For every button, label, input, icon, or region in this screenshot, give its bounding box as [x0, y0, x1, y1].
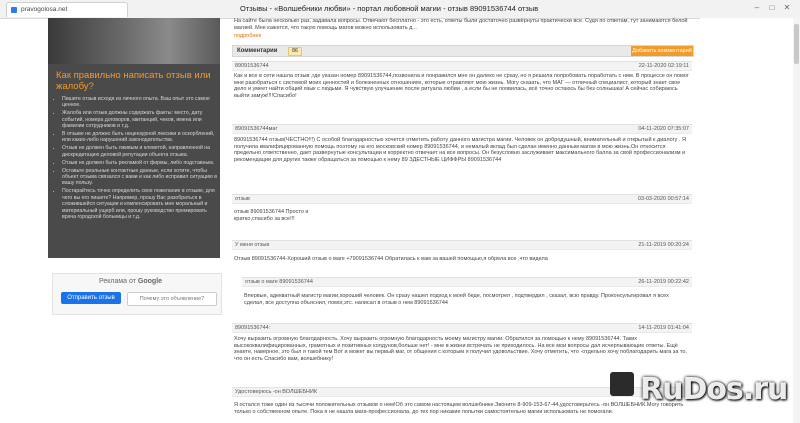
- guide-heading: Как правильно написать отзыв или жалобу?: [56, 70, 211, 92]
- guide-rule: Пишите отзыв исходя из личного опыта. Ва…: [62, 96, 222, 109]
- comment-text: Отзыв 89091536744-Хороший отзыв о маге +…: [234, 256, 548, 262]
- comment-author: Удостоверюсь -он ВОЛШЕБНИК: [235, 389, 318, 395]
- send-feedback-button[interactable]: Отправить отзыв: [61, 292, 121, 304]
- comment-text: Впервые, адекватный магистр магии,хороши…: [244, 293, 669, 306]
- comment-reply-header: отзыв о маге 89091536744 26-11-2019 00:2…: [242, 277, 692, 287]
- guide-rule: Постарайтесь точно определить свое пожел…: [62, 188, 222, 220]
- comment-date: 14-11-2019 01:41:04: [638, 325, 689, 331]
- browser-toolbar: pravogolosa.net Отзывы - «Волшебники люб…: [0, 0, 800, 19]
- review-guide-panel: Как правильно написать отзыв или жалобу?…: [48, 64, 220, 258]
- close-icon[interactable]: ✕: [782, 3, 792, 12]
- comments-label: Комментарии: [237, 47, 278, 54]
- browser-tab[interactable]: pravogolosa.net: [6, 2, 128, 17]
- comment-header: отзыв 03-03-2020 00:57:14: [232, 194, 692, 204]
- comment-date: 26-11-2019 00:22:42: [638, 279, 689, 285]
- comment-header: У меня отзыв 21-11-2019 00:20:24: [232, 240, 692, 250]
- window-title: Отзывы - «Волшебники любви» - портал люб…: [240, 4, 539, 13]
- sidebar-banner-image: [48, 18, 220, 64]
- guide-rule: Оставьте реальные контактные данные, есл…: [62, 168, 222, 187]
- watermark: RuDos.ru: [610, 372, 800, 416]
- favicon-icon: [11, 7, 17, 13]
- comment-text: Как и все в сети нашла отзыв ,где указан…: [234, 73, 689, 99]
- guide-rule: В отзыве не должно быть нецензурной лекс…: [62, 131, 222, 144]
- comments-count-badge: 86: [288, 47, 303, 56]
- review-intro: На сайте была несколько раз, задавала во…: [234, 18, 688, 31]
- why-this-ad-button[interactable]: Почему это объявление?: [127, 292, 217, 306]
- maximize-icon[interactable]: □: [767, 3, 777, 12]
- comment-text: 89091536744 отзыв(ЧЕСТНО!!!) С особой бл…: [234, 137, 686, 163]
- ad-label: Реклама от Google: [99, 278, 162, 285]
- read-more-link[interactable]: подробнее: [234, 33, 262, 39]
- comment-author: 89091536744: [235, 63, 269, 69]
- comment-date: 04-11-2020 07:35:07: [638, 126, 689, 132]
- comment-author: 89091536744:: [235, 325, 271, 331]
- watermark-text: RuDos.ru: [640, 372, 788, 407]
- google-logo: Google: [137, 278, 163, 285]
- comment-author: 89091536744маг: [235, 126, 278, 132]
- comment-header: 89091536744 22-11-2020 02:19:11: [232, 61, 692, 71]
- google-ad-feedback: Реклама от Google Отправить отзыв Почему…: [52, 273, 222, 315]
- add-comment-button[interactable]: Добавить комментарий: [631, 46, 693, 56]
- scrollbar-thumb[interactable]: [794, 24, 799, 64]
- comment-date: 21-11-2019 00:20:24: [638, 242, 689, 248]
- left-sidebar: Как правильно написать отзыв или жалобу?…: [48, 18, 222, 423]
- comment-date: 03-03-2020 00:57:14: [637, 196, 689, 202]
- comment-text: отзыв 89091536744 Просто и кратко,спасиб…: [234, 209, 309, 222]
- minimize-icon[interactable]: –: [752, 3, 762, 12]
- comment-header: 89091536744маг 04-11-2020 07:35:07: [232, 124, 692, 134]
- comment-author: У меня отзыв: [235, 242, 270, 248]
- guide-rule: Жалоба или отзыв должны содержать факты:…: [62, 110, 222, 129]
- comment-author: отзыв: [235, 196, 250, 202]
- guide-rule: Отзыв не должен быть лживым и клеветой, …: [62, 145, 222, 158]
- guide-rules: Пишите отзыв исходя из личного опыта. Ва…: [54, 96, 222, 222]
- comment-text: Хочу выразить огромную благодарность. Хо…: [234, 336, 687, 362]
- scrollbar[interactable]: [793, 18, 800, 423]
- comment-header: 89091536744: 14-11-2019 01:41:04: [232, 323, 692, 333]
- comment-date: 22-11-2020 02:19:11: [638, 63, 689, 69]
- watermark-logo-icon: [610, 372, 634, 396]
- comments-header: Комментарии 86 Добавить комментарий: [232, 45, 694, 57]
- ad-label-prefix: Реклама от: [99, 278, 136, 285]
- comment-author: отзыв о маге 89091536744: [245, 279, 313, 285]
- tab-host: pravogolosa.net: [21, 6, 68, 13]
- guide-rule: Отзыв не должен быть рекламой от фирмы, …: [62, 160, 222, 166]
- right-ad-column: [700, 18, 800, 423]
